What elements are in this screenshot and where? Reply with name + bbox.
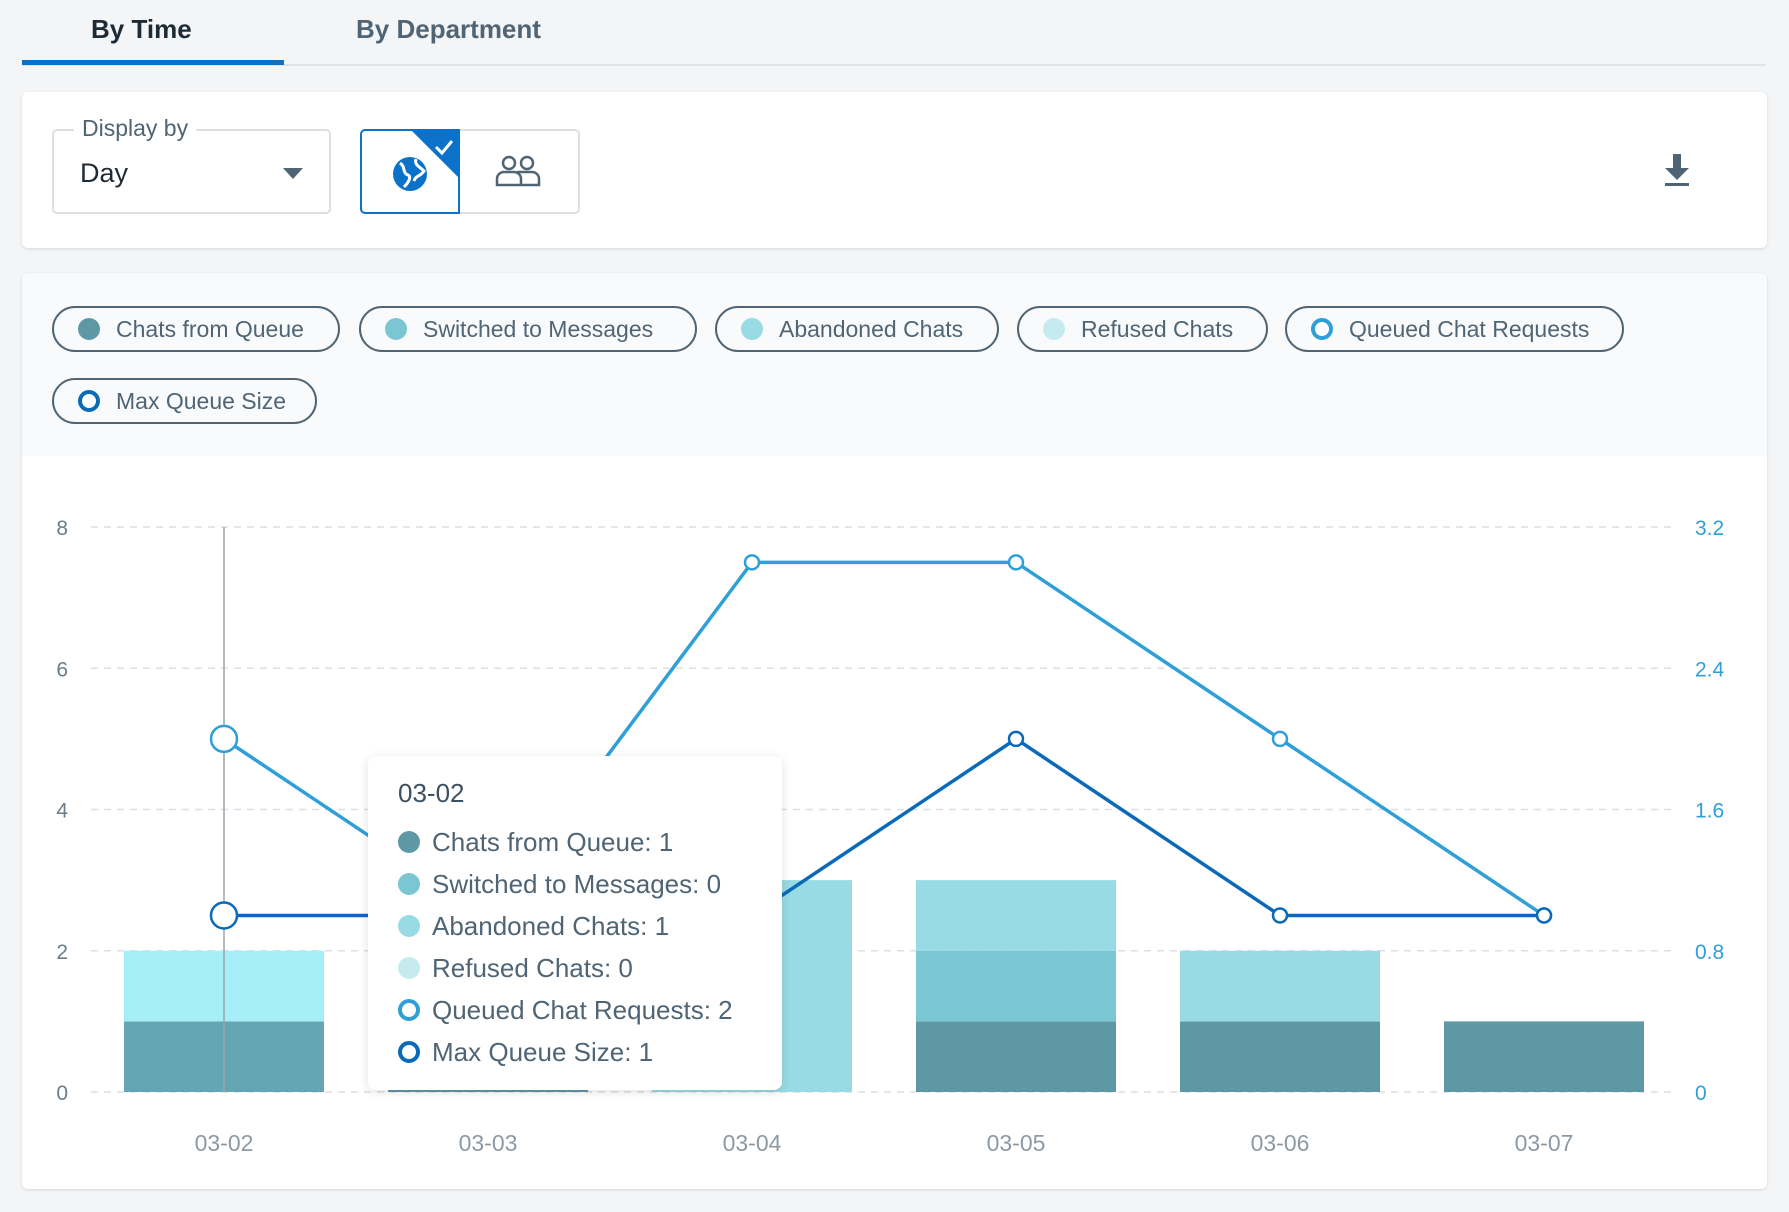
toolbar-card: Display by Day [22,92,1767,248]
tab-by-time[interactable]: By Time [91,14,192,45]
bar-segment [916,1021,1116,1092]
x-axis-tick-label: 03-03 [459,1130,518,1156]
left-axis-tick-label: 8 [56,517,68,540]
x-axis-tick-label: 03-06 [1251,1130,1310,1156]
tooltip-row: Max Queue Size: 1 [398,1031,752,1073]
tooltip-row-text: Queued Chat Requests: 2 [432,994,733,1025]
data-point [209,901,239,930]
left-axis-tick-label: 6 [56,658,68,681]
combo-chart: 0 2 4 6 8 0 0.8 1.6 2.4 3.2 03-02 03-03 03-04 03-05 03… [56,517,1725,1156]
x-axis-tick-label: 03-04 [723,1130,782,1156]
tooltip-row: Chats from Queue: 1 [398,821,752,863]
bar-segment [916,880,1116,951]
x-axis-tick-label: 03-07 [1515,1130,1574,1156]
right-axis-tick-label: 3.2 [1695,517,1724,540]
dot-marker-icon [398,915,420,937]
display-by-value: Day [80,158,129,188]
data-point [743,554,761,571]
chart-tooltip: 03-02 Chats from Queue: 1 Switched to Mes… [368,756,782,1090]
tooltip-row-text: Chats from Queue: 1 [432,826,674,857]
ring-marker-icon [398,999,420,1021]
display-by-select[interactable]: Display by Day [52,115,331,214]
tooltip-row-text: Abandoned Chats: 1 [432,910,670,941]
chevron-down-icon [283,168,303,179]
dot-marker-icon [398,873,420,895]
globe-icon [393,131,458,191]
bar-segment [1444,1021,1644,1092]
left-axis-tick-label: 4 [56,800,68,823]
tooltip-row: Switched to Messages: 0 [398,863,752,905]
tab-by-department[interactable]: By Department [356,14,541,45]
data-point [1271,730,1289,748]
bar-segment [916,950,1116,1022]
tooltip-row-text: Max Queue Size: 1 [432,1036,654,1067]
ring-marker-icon [398,1041,420,1063]
data-point [1535,907,1553,924]
dot-marker-icon [398,831,420,853]
right-axis-tick-label: 0.8 [1695,941,1724,964]
right-axis-tick-label: 2.4 [1695,658,1725,681]
bar-segment [1180,1021,1380,1092]
tooltip-row: Abandoned Chats: 1 [398,905,752,947]
display-by-label: Display by [74,115,197,142]
x-axis-tick-label: 03-05 [987,1130,1046,1156]
data-point [1271,907,1289,924]
dot-marker-icon [398,957,420,979]
left-axis-tick-label: 0 [56,1082,68,1105]
tooltip-row-text: Switched to Messages: 0 [432,868,722,899]
tooltip-row: Refused Chats: 0 [398,947,752,989]
users-icon [495,155,541,187]
data-point [1007,554,1025,571]
global-view-toggle[interactable] [360,129,460,214]
right-axis-tick-label: 0 [1695,1082,1707,1105]
download-icon[interactable] [1662,152,1692,188]
right-axis-tick-label: 1.6 [1695,800,1724,823]
active-tab-indicator [22,60,284,65]
data-point [1007,730,1025,748]
tooltip-row: Queued Chat Requests: 2 [398,989,752,1031]
x-axis-tick-label: 03-02 [195,1130,254,1156]
bar-segment [1180,950,1380,1022]
left-axis-tick-label: 2 [56,941,68,964]
department-view-toggle[interactable] [458,129,580,214]
tooltip-row-text: Refused Chats: 0 [432,952,633,983]
chart-card: Chats from Queue Switched to Messages Aban… [22,273,1767,1189]
tab-bar: By Time By Department [22,0,1766,66]
tooltip-date: 03-02 [398,778,465,808]
data-point [209,724,239,754]
